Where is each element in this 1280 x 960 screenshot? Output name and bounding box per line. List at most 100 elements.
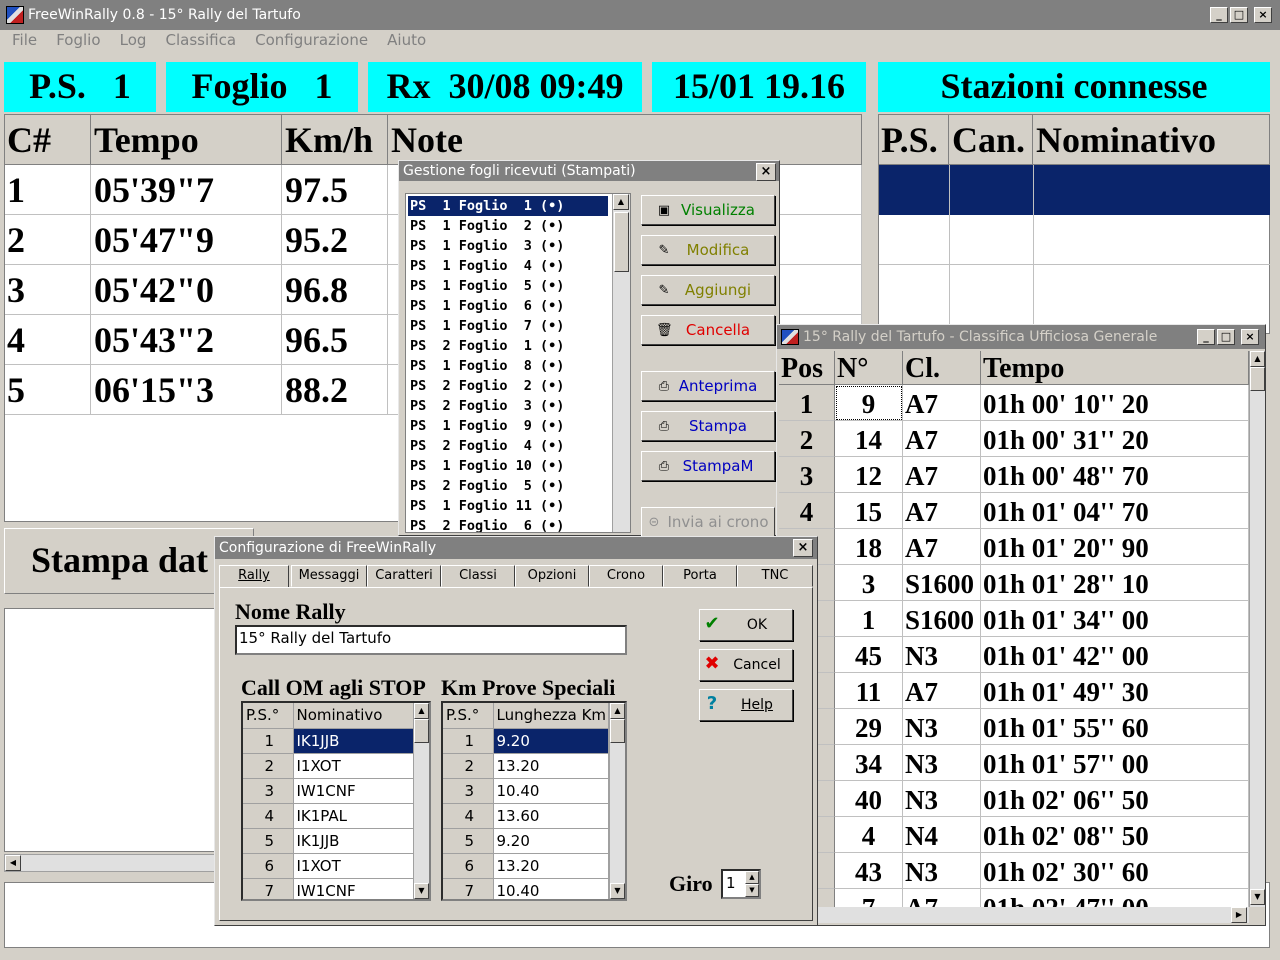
maximize-button[interactable]: □	[1230, 7, 1248, 23]
fogli-list-item[interactable]: PS 1 Foglio 5 (•)	[408, 276, 608, 296]
tab-opzioni[interactable]: Opzioni	[515, 565, 589, 587]
scroll-down-button[interactable]: ▼	[414, 883, 429, 899]
times-cell[interactable]: 5	[5, 365, 91, 415]
classifica-cell[interactable]: 01h 02' 47'' 00	[981, 889, 1249, 907]
classifica-cell[interactable]: 01h 02' 30'' 60	[981, 853, 1249, 889]
classifica-minimize-button[interactable]: _	[1197, 329, 1215, 345]
scroll-up-button[interactable]: ▲	[613, 194, 629, 210]
scroll-thumb[interactable]	[614, 212, 629, 272]
tab-caratteri[interactable]: Caratteri	[367, 565, 441, 587]
grid-row[interactable]: 3 IW1CNF	[243, 778, 415, 804]
grid-cell[interactable]: 4	[243, 803, 294, 829]
fogli-list-item[interactable]: PS 1 Foglio 11 (•)	[408, 496, 608, 516]
scroll-down-button[interactable]: ▼	[610, 883, 625, 899]
classifica-cell[interactable]: 2	[779, 421, 835, 457]
classifica-cell[interactable]: 4	[779, 493, 835, 529]
fogli-list-item[interactable]: PS 1 Foglio 7 (•)	[408, 316, 608, 336]
menu-log[interactable]: Log	[120, 31, 147, 49]
stations-table[interactable]: P.S. Can. Nominativo	[878, 114, 1270, 335]
classifica-cell[interactable]: 1	[835, 601, 903, 637]
classifica-maximize-button[interactable]: □	[1217, 329, 1235, 345]
menu-configurazione[interactable]: Configurazione	[255, 31, 368, 49]
grid-cell[interactable]: I1XOT	[293, 853, 415, 879]
config-close-button[interactable]: ×	[793, 539, 813, 557]
minimize-button[interactable]: _	[1210, 7, 1228, 23]
tab-messaggi[interactable]: Messaggi	[291, 565, 367, 587]
classifica-cell[interactable]: 40	[835, 781, 903, 817]
classifica-cell[interactable]: N3	[903, 637, 981, 673]
close-button[interactable]: ×	[1254, 7, 1272, 23]
nome-rally-input[interactable]: 15° Rally del Tartufo	[235, 625, 627, 655]
classifica-cell[interactable]: 34	[835, 745, 903, 781]
classifica-cell[interactable]: A7	[903, 529, 981, 565]
grid-cell[interactable]: 5	[443, 828, 494, 854]
classifica-cell[interactable]: N3	[903, 709, 981, 745]
classifica-vscrollbar[interactable]: ▲ ▼	[1249, 351, 1265, 907]
fogli-list-item[interactable]: PS 2 Foglio 3 (•)	[408, 396, 608, 416]
grid-cell[interactable]: 10.40	[493, 778, 609, 804]
classifica-cell[interactable]: A7	[903, 385, 981, 421]
fogli-scrollbar[interactable]: ▲	[612, 194, 630, 532]
grid-cell[interactable]: 13.20	[493, 853, 609, 879]
classifica-cell[interactable]: 15	[835, 493, 903, 529]
fogli-list-item[interactable]: PS 2 Foglio 1 (•)	[408, 336, 608, 356]
scroll-up-button[interactable]: ▲	[610, 703, 625, 719]
classifica-cell[interactable]: 7	[835, 889, 903, 907]
scroll-right-button[interactable]: ▶	[1231, 907, 1247, 923]
spin-down-button[interactable]: ▼	[745, 884, 759, 897]
grid-row[interactable]: 4 13.60	[443, 803, 609, 829]
times-cell[interactable]: 4	[5, 315, 91, 365]
classifica-cell[interactable]: 01h 00' 31'' 20	[981, 421, 1249, 457]
classifica-cell[interactable]: A7	[903, 889, 981, 907]
times-cell[interactable]: 95.2	[282, 215, 388, 265]
classifica-cell[interactable]: 01h 01' 34'' 00	[981, 601, 1249, 637]
classifica-close-button[interactable]: ×	[1241, 329, 1259, 345]
grid-cell[interactable]: 4	[443, 803, 494, 829]
tab-porta[interactable]: Porta	[663, 565, 737, 587]
classifica-cell[interactable]: A7	[903, 493, 981, 529]
call-scrollbar[interactable]: ▲ ▼	[413, 703, 429, 899]
scroll-left-button[interactable]: ◀	[5, 855, 21, 871]
fogli-list-item[interactable]: PS 1 Foglio 1 (•)	[408, 196, 608, 216]
scroll-thumb[interactable]	[1250, 367, 1265, 391]
classifica-cell[interactable]: 01h 01' 55'' 60	[981, 709, 1249, 745]
fogli-list-item[interactable]: PS 1 Foglio 9 (•)	[408, 416, 608, 436]
classifica-cell[interactable]: N3	[903, 745, 981, 781]
modifica-button[interactable]: ✎ Modifica	[641, 235, 775, 265]
grid-cell[interactable]: 7	[443, 878, 494, 899]
help-button[interactable]: ? Help	[699, 689, 793, 721]
grid-cell[interactable]: 3	[443, 778, 494, 804]
grid-row[interactable]: 5 IK1JJB	[243, 828, 415, 854]
classifica-cell[interactable]: 18	[835, 529, 903, 565]
grid-row[interactable]: 1 9.20	[443, 728, 609, 754]
grid-cell[interactable]: 1	[443, 728, 494, 754]
classifica-grid[interactable]: Pos N° Cl. Tempo 1 9 A7 01h 00' 10'' 20 2 14 A…	[779, 351, 1249, 907]
fogli-list-item[interactable]: PS 2 Foglio 6 (•)	[408, 516, 608, 532]
grid-row[interactable]: 2 13.20	[443, 753, 609, 779]
classifica-cell[interactable]: 01h 00' 48'' 70	[981, 457, 1249, 493]
scroll-thumb[interactable]	[610, 719, 625, 743]
menu-file[interactable]: File	[12, 31, 37, 49]
grid-cell[interactable]: 13.60	[493, 803, 609, 829]
classifica-cell[interactable]: 01h 01' 42'' 00	[981, 637, 1249, 673]
cancella-button[interactable]: 🗑 Cancella	[641, 315, 775, 345]
fogli-list-item[interactable]: PS 2 Foglio 2 (•)	[408, 376, 608, 396]
classifica-cell[interactable]: A7	[903, 421, 981, 457]
grid-cell[interactable]: 2	[243, 753, 294, 779]
classifica-cell[interactable]: 01h 01' 49'' 30	[981, 673, 1249, 709]
fogli-list-item[interactable]: PS 2 Foglio 5 (•)	[408, 476, 608, 496]
scroll-down-button[interactable]: ▼	[1250, 889, 1265, 905]
call-om-grid[interactable]: P.S.° Nominativo 1 IK1JJB 2 I1XOT 3 IW1CNF 4 IK1P…	[241, 701, 431, 901]
grid-cell[interactable]: IK1JJB	[293, 828, 415, 854]
tab-crono[interactable]: Crono	[589, 565, 663, 587]
fogli-list-item[interactable]: PS 1 Foglio 3 (•)	[408, 236, 608, 256]
classifica-cell[interactable]: 14	[835, 421, 903, 457]
classifica-cell[interactable]: 01h 01' 28'' 10	[981, 565, 1249, 601]
classifica-cell[interactable]: S1600	[903, 601, 981, 637]
classifica-cell[interactable]: 01h 02' 08'' 50	[981, 817, 1249, 853]
times-cell[interactable]: 97.5	[282, 165, 388, 215]
tab-classi[interactable]: Classi	[441, 565, 515, 587]
classifica-cell[interactable]: 43	[835, 853, 903, 889]
times-cell[interactable]: 06'15"3	[91, 365, 282, 415]
stampa-button[interactable]: ⎙ Stampa	[641, 411, 775, 441]
